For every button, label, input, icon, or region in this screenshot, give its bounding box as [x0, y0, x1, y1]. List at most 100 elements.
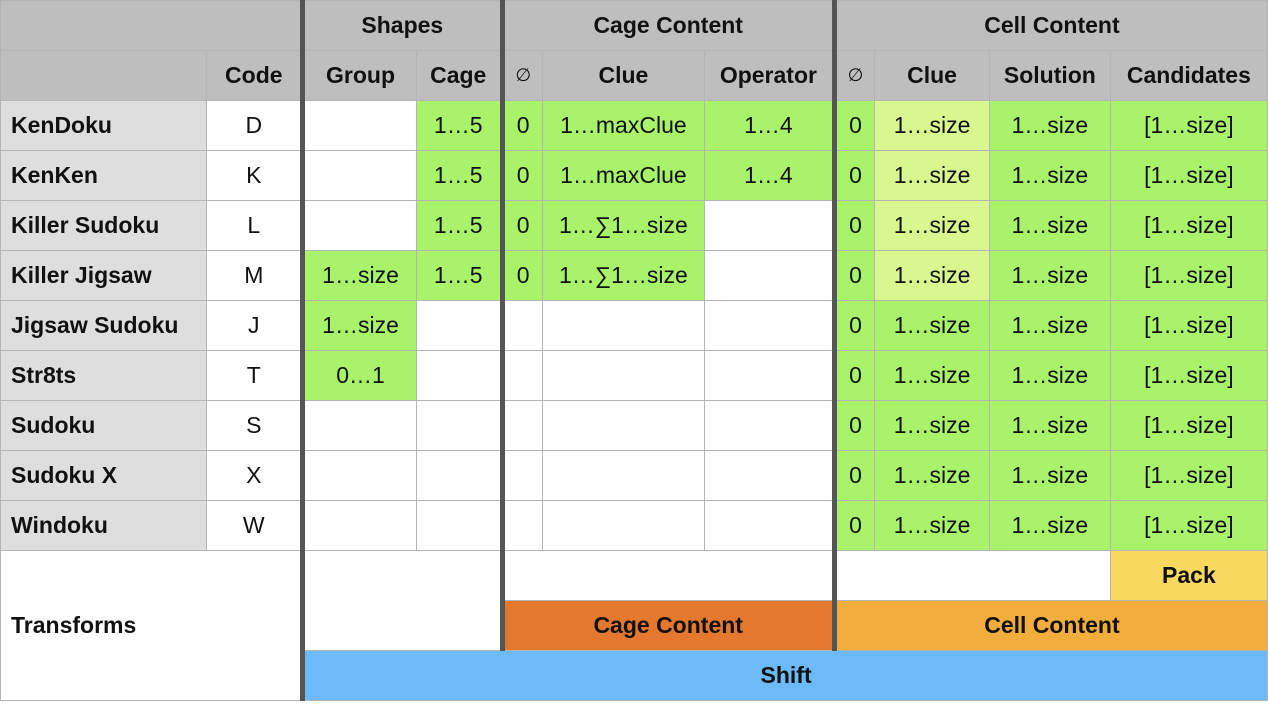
group-cell	[300, 450, 417, 501]
candidates-cell: [1…size]	[1109, 200, 1268, 251]
operator-cell	[703, 500, 835, 551]
puzzle-code: T	[206, 350, 304, 401]
operator-cell: 1…4	[703, 150, 835, 201]
cage-clue-cell: 1…∑1…size	[541, 250, 705, 301]
puzzle-code: K	[206, 150, 304, 201]
cell-clue-cell: 1…size	[874, 450, 990, 501]
puzzle-format-table: Shapes Cage Content Cell Content Code Gr…	[0, 0, 1268, 701]
candidates-cell: [1…size]	[1109, 150, 1268, 201]
cell-clue-cell: 1…size	[874, 150, 990, 201]
group-header: Group	[300, 50, 417, 101]
cage-clue-cell: 1…maxClue	[541, 100, 705, 151]
cell-clue-cell: 1…size	[874, 250, 990, 301]
cell-empty-cell: 0	[831, 350, 876, 401]
table-row: KenKen K 1…5 0 1…maxClue 1…4 0 1…size 1……	[0, 150, 1268, 201]
transforms-label: Transforms	[0, 550, 304, 701]
cage-cell	[415, 350, 503, 401]
cage-cell: 1…5	[415, 250, 503, 301]
shapes-transform-empty	[300, 550, 503, 651]
table-row: Killer Sudoku L 1…5 0 1…∑1…size 0 1…size…	[0, 200, 1268, 251]
solution-cell: 1…size	[988, 150, 1111, 201]
table-row: Jigsaw Sudoku J 1…size 0 1…size 1…size […	[0, 300, 1268, 351]
cell-clue-header: Clue	[874, 50, 990, 101]
cage-empty-cell: 0	[499, 100, 543, 151]
puzzle-code: S	[206, 400, 304, 451]
cell-empty-cell: 0	[831, 450, 876, 501]
puzzle-code: M	[206, 250, 304, 301]
table-row: Sudoku X X 0 1…size 1…size [1…size]	[0, 450, 1268, 501]
solution-cell: 1…size	[988, 500, 1111, 551]
group-cell: 0…1	[300, 350, 417, 401]
puzzle-name: KenKen	[0, 150, 208, 201]
cell-clue-cell: 1…size	[874, 400, 990, 451]
cage-cell: 1…5	[415, 200, 503, 251]
corner-cell	[0, 0, 304, 51]
cell-clue-cell: 1…size	[874, 200, 990, 251]
cage-clue-cell	[541, 450, 705, 501]
puzzle-name: Sudoku X	[0, 450, 208, 501]
column-header-row: Code Group Cage ∅ Clue Operator ∅ Clue S…	[0, 50, 1268, 101]
group-cell	[300, 500, 417, 551]
cage-cell	[415, 400, 503, 451]
puzzle-name: Killer Jigsaw	[0, 250, 208, 301]
cell-empty-cell: 0	[831, 150, 876, 201]
puzzle-name: Killer Sudoku	[0, 200, 208, 251]
cell-clue-cell: 1…size	[874, 500, 990, 551]
cage-empty-cell: 0	[499, 250, 543, 301]
row-label-header	[0, 50, 208, 101]
shift-transform: Shift	[300, 650, 1268, 701]
cage-empty-cell	[499, 300, 543, 351]
puzzle-name: KenDoku	[0, 100, 208, 151]
cage-empty-cell: 0	[499, 200, 543, 251]
candidates-cell: [1…size]	[1109, 450, 1268, 501]
cage-empty-cell	[499, 350, 543, 401]
cage-clue-cell: 1…maxClue	[541, 150, 705, 201]
cell-empty-cell: 0	[831, 200, 876, 251]
cage-cell	[415, 500, 503, 551]
operator-cell	[703, 400, 835, 451]
transforms-row-pack: Transforms Pack	[0, 550, 1268, 701]
table-row: Windoku W 0 1…size 1…size [1…size]	[0, 500, 1268, 551]
puzzle-code: X	[206, 450, 304, 501]
solution-cell: 1…size	[988, 300, 1111, 351]
solution-cell: 1…size	[988, 250, 1111, 301]
cage-cell: 1…5	[415, 100, 503, 151]
cage-transform-empty	[499, 550, 835, 601]
solution-cell: 1…size	[988, 100, 1111, 151]
cage-clue-cell	[541, 400, 705, 451]
group-cell: 1…size	[300, 250, 417, 301]
cell-content-group-header: Cell Content	[831, 0, 1268, 51]
operator-cell	[703, 300, 835, 351]
candidates-cell: [1…size]	[1109, 300, 1268, 351]
candidates-cell: [1…size]	[1109, 350, 1268, 401]
cage-header: Cage	[415, 50, 503, 101]
cage-empty-cell	[499, 500, 543, 551]
cell-clue-cell: 1…size	[874, 350, 990, 401]
group-header-row: Shapes Cage Content Cell Content	[0, 0, 1268, 51]
table-row: Sudoku S 0 1…size 1…size [1…size]	[0, 400, 1268, 451]
cell-empty-header: ∅	[831, 50, 876, 101]
candidates-cell: [1…size]	[1109, 100, 1268, 151]
operator-header: Operator	[703, 50, 835, 101]
group-cell	[300, 150, 417, 201]
cell-empty-cell: 0	[831, 300, 876, 351]
candidates-cell: [1…size]	[1109, 250, 1268, 301]
cell-empty-cell: 0	[831, 500, 876, 551]
table-row: KenDoku D 1…5 0 1…maxClue 1…4 0 1…size 1…	[0, 100, 1268, 151]
solution-header: Solution	[988, 50, 1111, 101]
cage-clue-cell	[541, 350, 705, 401]
operator-cell: 1…4	[703, 100, 835, 151]
operator-cell	[703, 350, 835, 401]
cell-clue-cell: 1…size	[874, 300, 990, 351]
cage-cell: 1…5	[415, 150, 503, 201]
solution-cell: 1…size	[988, 350, 1111, 401]
operator-cell	[703, 450, 835, 501]
cell-empty-cell: 0	[831, 250, 876, 301]
group-cell	[300, 200, 417, 251]
cage-clue-header: Clue	[541, 50, 705, 101]
cage-content-transform: Cage Content	[499, 600, 835, 651]
cage-empty-header: ∅	[499, 50, 543, 101]
puzzle-code: W	[206, 500, 304, 551]
code-header: Code	[206, 50, 304, 101]
cage-empty-cell	[499, 400, 543, 451]
